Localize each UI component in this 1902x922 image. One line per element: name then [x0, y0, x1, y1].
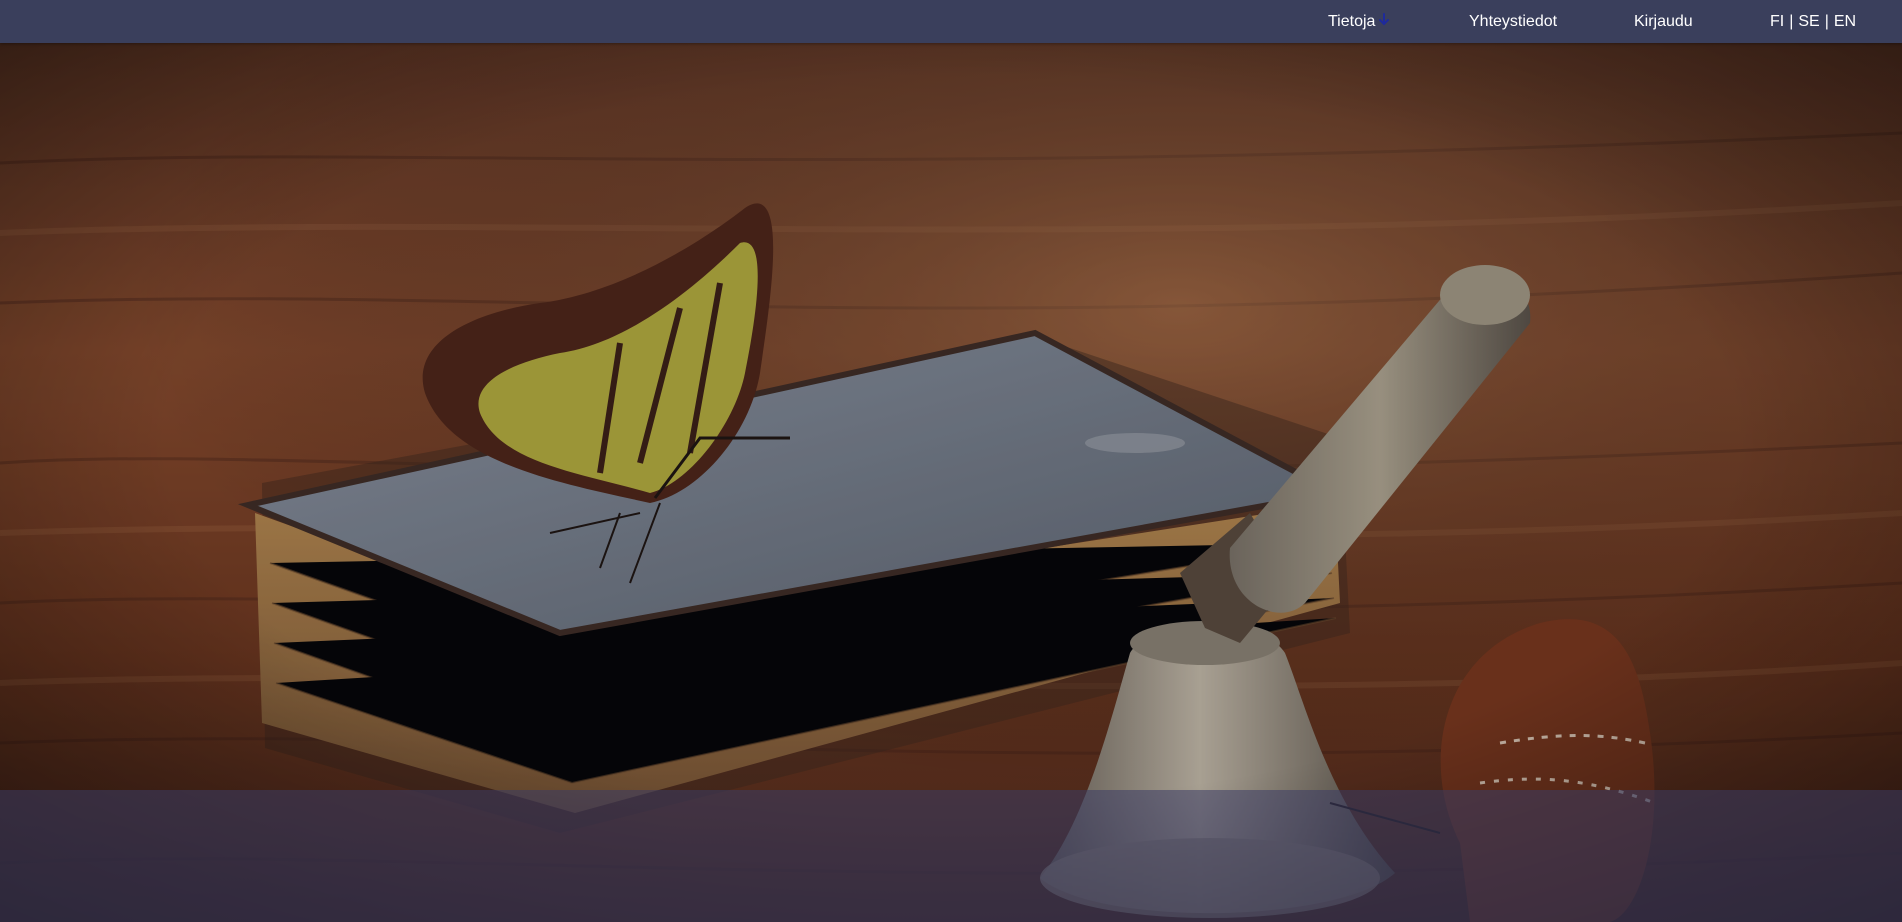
language-fi[interactable]: FI: [1770, 13, 1784, 30]
arrow-down-icon: [1378, 13, 1390, 27]
nav-yhteystiedot[interactable]: Yhteystiedot: [1469, 12, 1557, 32]
language-switcher: FI | SE | EN: [1770, 12, 1856, 32]
nav-tietoja-label: Tietoja: [1328, 13, 1376, 30]
language-separator: |: [1824, 13, 1829, 30]
language-se[interactable]: SE: [1798, 13, 1819, 30]
footer-overlay-band: [0, 790, 1902, 922]
nav-tietoja[interactable]: Tietoja: [1328, 12, 1390, 32]
nav-kirjaudu-label: Kirjaudu: [1634, 13, 1693, 30]
nav-kirjaudu[interactable]: Kirjaudu: [1634, 12, 1693, 32]
language-en[interactable]: EN: [1834, 13, 1856, 30]
nav-yhteystiedot-label: Yhteystiedot: [1469, 13, 1558, 30]
language-separator: |: [1789, 13, 1794, 30]
top-navigation-bar: Tietoja Yhteystiedot Kirjaudu FI | SE | EN: [0, 0, 1902, 43]
